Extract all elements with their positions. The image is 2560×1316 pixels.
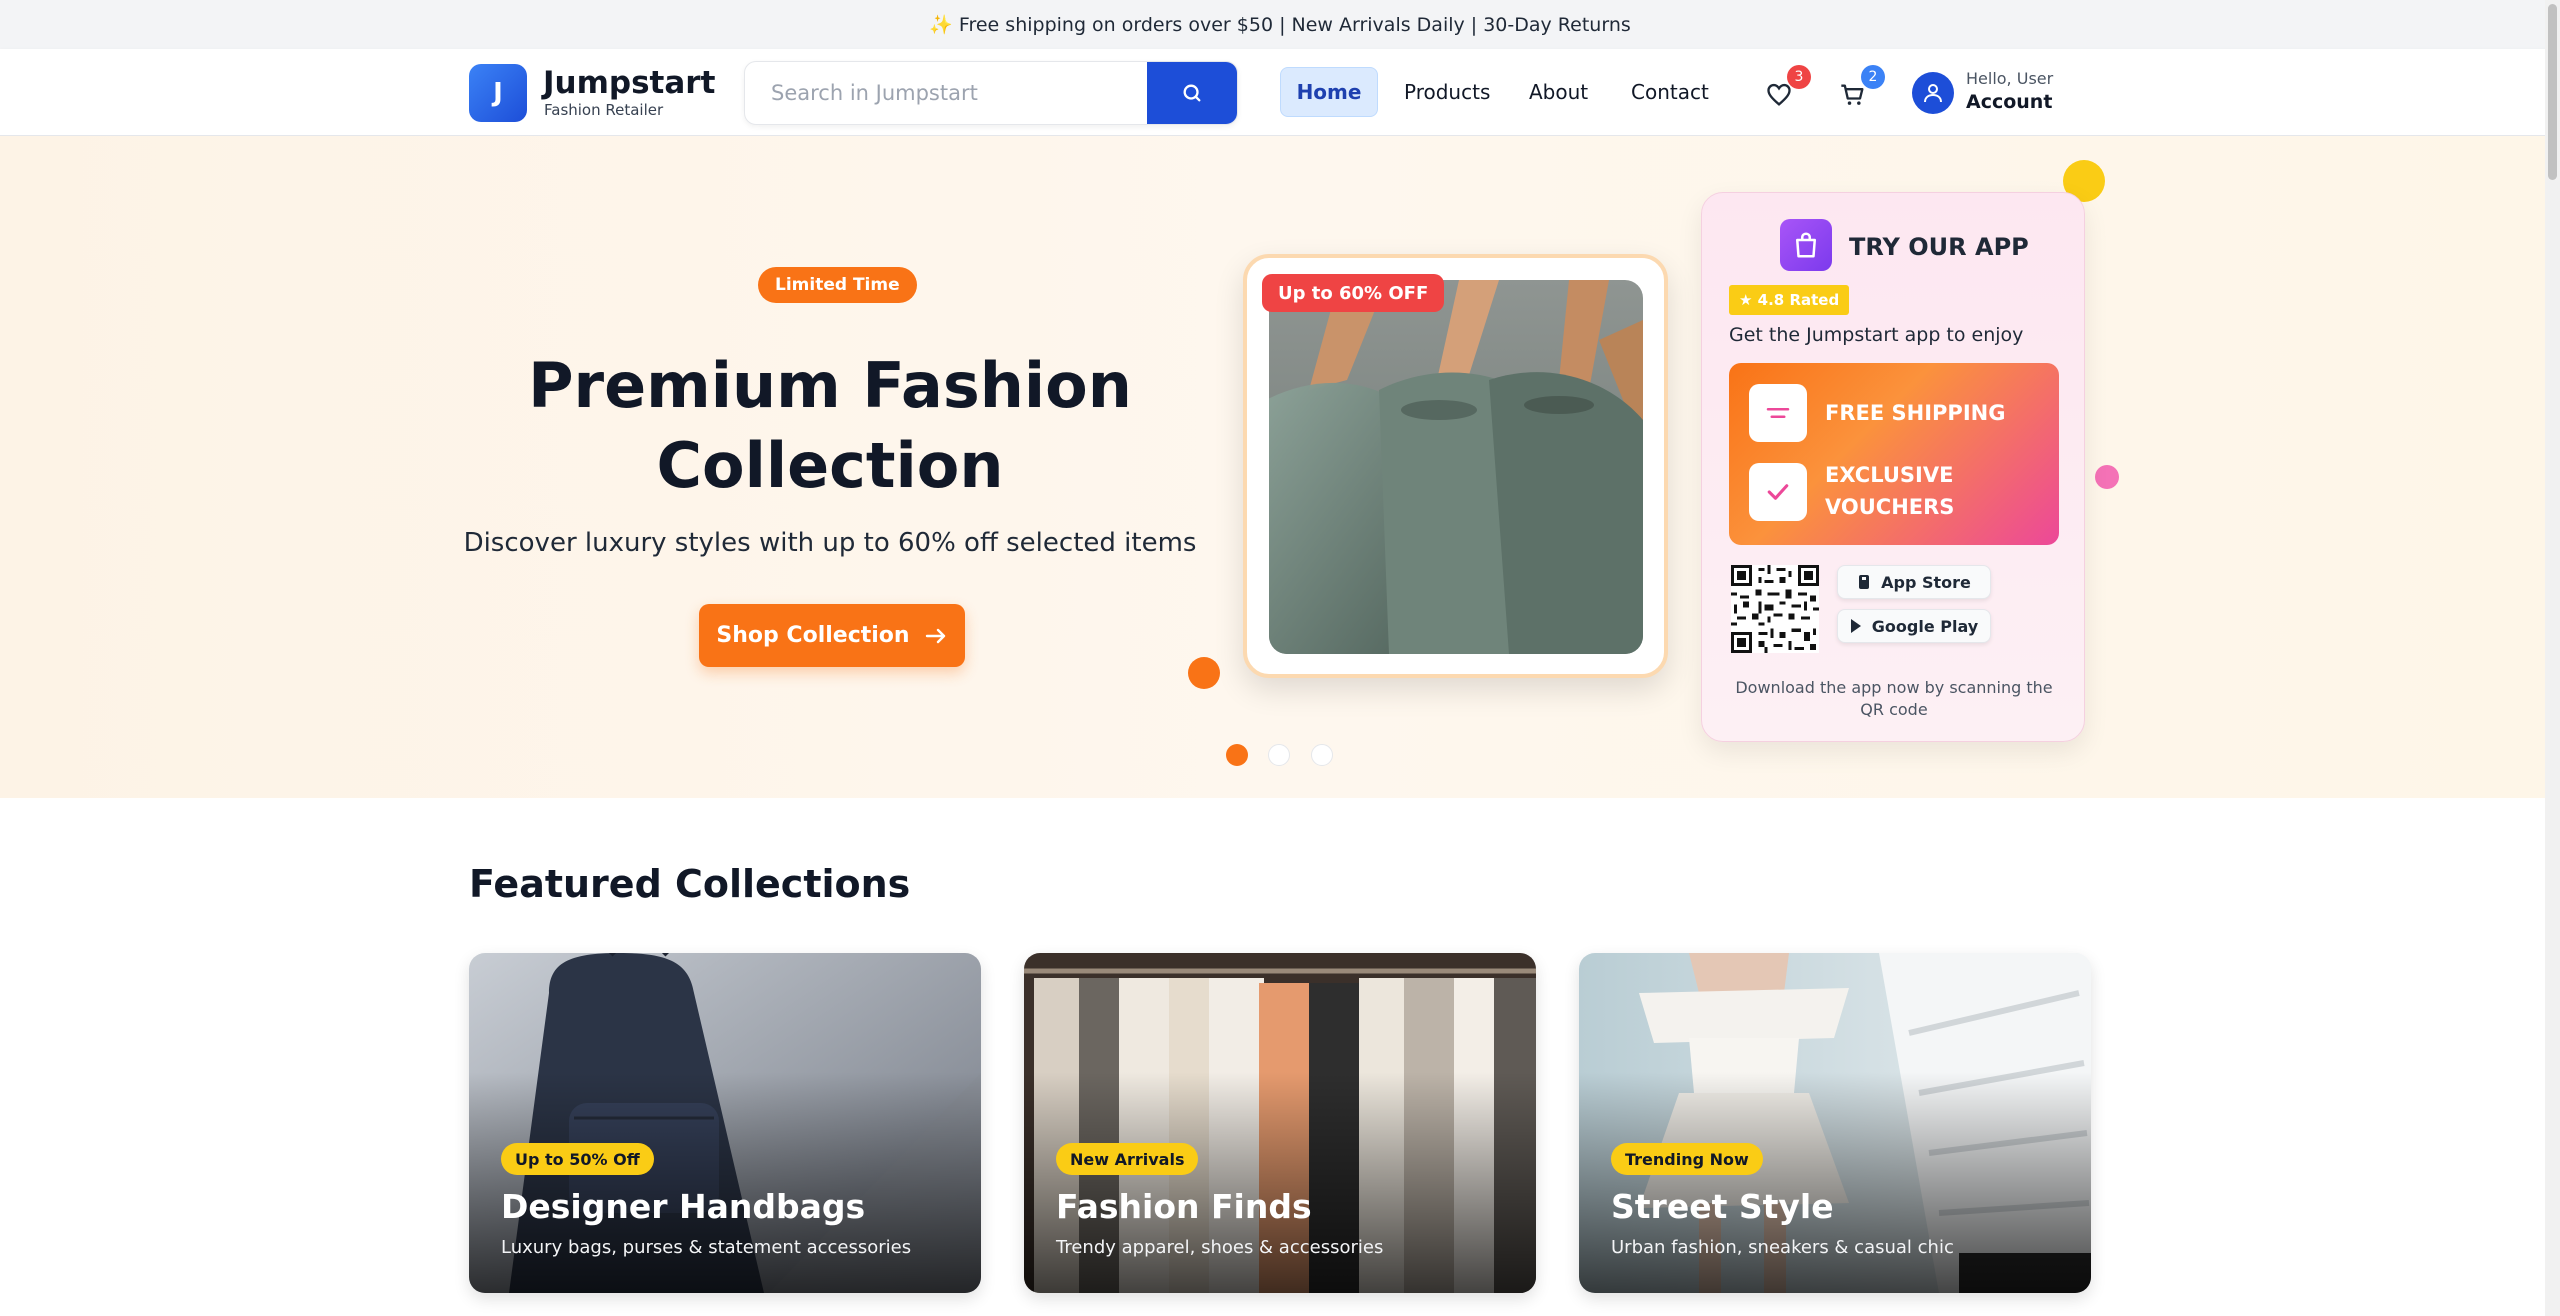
- card-badge: Trending Now: [1611, 1143, 1763, 1175]
- logo-letter: J: [493, 78, 503, 108]
- google-play-label: Google Play: [1871, 616, 1979, 636]
- limited-time-badge: Limited Time: [758, 267, 917, 303]
- arrow-right-icon: [925, 628, 945, 643]
- app-store-button[interactable]: App Store: [1837, 565, 1991, 599]
- nav-contact[interactable]: Contact: [1615, 67, 1725, 117]
- hero-title-line1: Premium Fashion: [528, 349, 1132, 422]
- hero-subtitle: Discover luxury styles with up to 60% of…: [463, 528, 1197, 558]
- scrollbar-thumb[interactable]: [2548, 4, 2557, 180]
- hero-image[interactable]: [1269, 280, 1643, 654]
- featured-heading: Featured Collections: [469, 862, 911, 906]
- check-icon: [1749, 463, 1807, 521]
- collection-card-handbags[interactable]: Up to 50% Off Designer Handbags Luxury b…: [469, 953, 981, 1293]
- search-button[interactable]: [1147, 62, 1237, 124]
- search-icon: [1183, 84, 1201, 102]
- card-badge: New Arrivals: [1056, 1143, 1199, 1175]
- heart-icon: [1767, 83, 1791, 106]
- card-title: Designer Handbags: [501, 1187, 866, 1226]
- app-rating-badge: ★ 4.8 Rated: [1729, 285, 1850, 315]
- search-bar: [744, 61, 1238, 125]
- hero-image-frame: [1243, 254, 1668, 678]
- announcement-bar: ✨ Free shipping on orders over $50 | New…: [0, 0, 2560, 49]
- shopping-bag-icon: [1780, 219, 1832, 271]
- shop-collection-button[interactable]: Shop Collection: [699, 604, 965, 667]
- google-play-button[interactable]: Google Play: [1837, 609, 1991, 643]
- announcement-text: ✨ Free shipping on orders over $50 | New…: [929, 14, 1631, 36]
- hero-banner: Limited Time Premium Fashion Collection …: [0, 136, 2560, 798]
- card-badge: Up to 50% Off: [501, 1143, 654, 1175]
- nav-home[interactable]: Home: [1280, 67, 1378, 117]
- perk-exclusive-vouchers: EXCLUSIVE VOUCHERS: [1825, 463, 1955, 519]
- brand-subtitle: Fashion Retailer: [544, 101, 664, 119]
- search-input[interactable]: [745, 62, 1149, 124]
- account-link[interactable]: Account: [1966, 91, 2052, 113]
- wishlist-button[interactable]: 3: [1759, 65, 1811, 115]
- card-description: Luxury bags, purses & statement accessor…: [501, 1237, 912, 1258]
- hanging-shirts-image: [1269, 280, 1643, 654]
- card-title: Fashion Finds: [1056, 1187, 1312, 1226]
- collection-card-fashion-finds[interactable]: New Arrivals Fashion Finds Trendy appare…: [1024, 953, 1536, 1293]
- account-greeting[interactable]: Hello, User: [1966, 69, 2053, 88]
- slide-dot-3[interactable]: [1311, 744, 1333, 766]
- nav-products[interactable]: Products: [1388, 67, 1506, 117]
- shop-collection-label: Shop Collection: [716, 623, 910, 648]
- play-icon: [1850, 619, 1861, 633]
- card-description: Trendy apparel, shoes & accessories: [1056, 1237, 1384, 1258]
- card-description: Urban fashion, sneakers & casual chic: [1611, 1237, 1954, 1258]
- perk-free-shipping: FREE SHIPPING: [1825, 401, 2006, 425]
- brand-name[interactable]: Jumpstart: [543, 65, 715, 101]
- hero-title: Premium Fashion Collection: [430, 346, 1230, 506]
- app-tagline: Get the Jumpstart app to enjoy: [1729, 324, 2024, 346]
- wishlist-count-badge: 3: [1787, 65, 1811, 89]
- decor-dot-pink: [2095, 465, 2119, 489]
- app-store-label: App Store: [1881, 572, 1971, 592]
- cart-count-badge: 2: [1861, 65, 1885, 89]
- cart-icon: [1841, 84, 1864, 105]
- decor-dot-orange: [1188, 657, 1220, 689]
- user-icon: [1924, 84, 1942, 103]
- discount-badge: Up to 60% OFF: [1262, 274, 1445, 312]
- qr-code-icon[interactable]: [1731, 565, 1819, 653]
- site-header: J Jumpstart Fashion Retailer Home Produc…: [0, 49, 2560, 136]
- shipping-icon: [1749, 384, 1807, 442]
- slide-dot-1[interactable]: [1226, 744, 1248, 766]
- collection-card-street-style[interactable]: Trending Now Street Style Urban fashion,…: [1579, 953, 2091, 1293]
- app-download-note: Download the app now by scanning the QR …: [1735, 678, 2053, 719]
- hero-title-line2: Collection: [656, 429, 1004, 502]
- account-avatar[interactable]: [1912, 72, 1954, 114]
- cart-button[interactable]: 2: [1833, 65, 1885, 115]
- app-perks-panel: FREE SHIPPING EXCLUSIVE VOUCHERS: [1729, 363, 2059, 545]
- nav-about[interactable]: About: [1513, 67, 1604, 117]
- apple-icon: [1859, 575, 1870, 589]
- card-title: Street Style: [1611, 1187, 1834, 1226]
- page-scrollbar[interactable]: [2545, 0, 2560, 1316]
- slide-dot-2[interactable]: [1268, 744, 1290, 766]
- app-promo-title: TRY OUR APP: [1849, 233, 2029, 261]
- app-promo-card: TRY OUR APP ★ 4.8 Rated Get the Jumpstar…: [1701, 192, 2085, 742]
- logo-icon[interactable]: J: [469, 64, 527, 122]
